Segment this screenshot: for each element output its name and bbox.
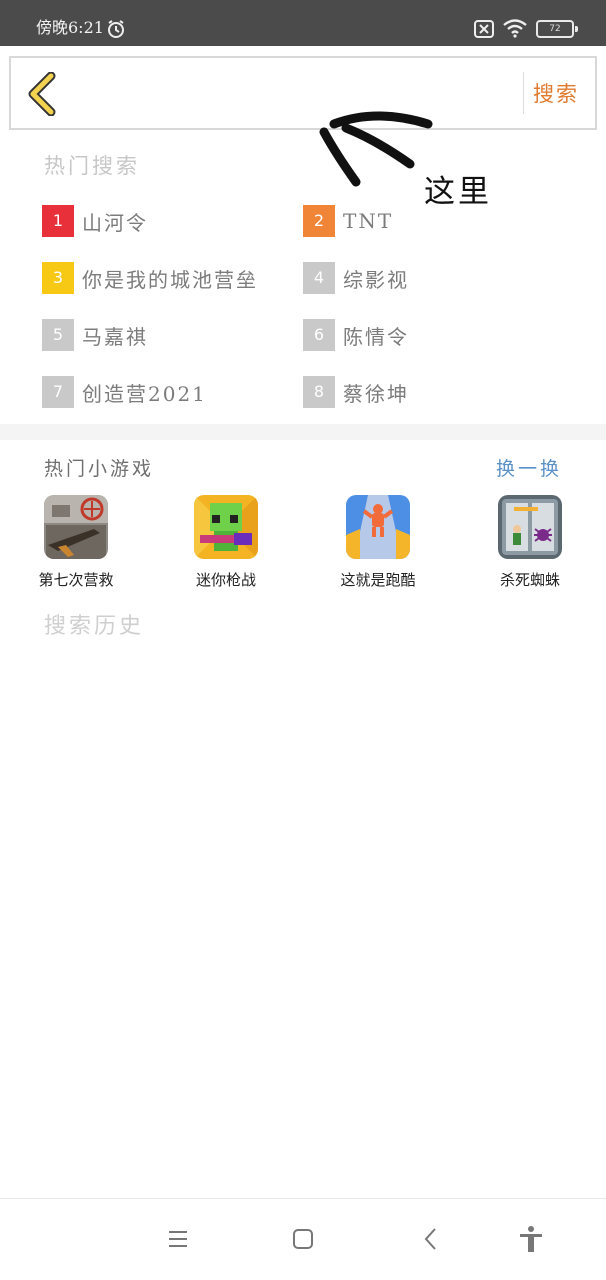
system-nav-bar [0, 1198, 606, 1280]
search-bar: 搜索 [9, 56, 597, 130]
battery-icon: 72 [536, 20, 578, 38]
refresh-button[interactable]: 换一换 [496, 454, 562, 481]
hot-search-item[interactable]: 6 陈情令 [303, 319, 409, 351]
rank-badge: 5 [42, 319, 74, 351]
rank-badge: 6 [303, 319, 335, 351]
game-item[interactable]: 杀死蜘蛛 [470, 495, 590, 590]
accessibility-icon[interactable] [518, 1225, 544, 1257]
history-title: 搜索历史 [44, 614, 145, 639]
alarm-icon [106, 19, 126, 43]
soldier-game-icon [44, 495, 108, 559]
hot-search-item[interactable]: 7 创造营2021 [42, 376, 207, 408]
hot-search-item[interactable]: 3 你是我的城池营垒 [42, 262, 258, 294]
search-divider [523, 72, 524, 114]
status-time: 傍晚6:21 [36, 18, 104, 37]
wifi-icon [502, 18, 528, 42]
spider-game-icon [498, 495, 562, 559]
hot-search-label: 综影视 [343, 267, 409, 292]
hot-search-label: 山河令 [82, 210, 148, 235]
rank-badge: 3 [42, 262, 74, 294]
annotation-text: 这里 [424, 174, 492, 210]
back-icon[interactable] [420, 1225, 444, 1257]
rank-badge: 8 [303, 376, 335, 408]
menu-icon[interactable] [166, 1225, 190, 1257]
search-input[interactable] [71, 70, 511, 116]
game-label: 迷你枪战 [195, 571, 256, 589]
hot-search-label: 马嘉祺 [82, 324, 148, 349]
status-bar: 傍晚6:21 72 [0, 0, 606, 46]
hot-search-item[interactable]: 5 马嘉祺 [42, 319, 148, 351]
section-divider [0, 424, 606, 440]
game-label: 这就是跑酷 [340, 571, 416, 589]
rank-badge: 2 [303, 205, 335, 237]
game-item[interactable]: 迷你枪战 [166, 495, 286, 590]
battery-level: 72 [549, 24, 561, 34]
hot-search-item[interactable]: 8 蔡徐坤 [303, 376, 409, 408]
hot-search-label: 陈情令 [343, 324, 409, 349]
rank-badge: 4 [303, 262, 335, 294]
sim-off-icon [474, 20, 494, 42]
hot-search-label: 创造营2021 [82, 381, 207, 406]
home-icon[interactable] [291, 1225, 315, 1257]
hot-search-item[interactable]: 4 综影视 [303, 262, 409, 294]
hot-search-label: TNT [343, 209, 394, 233]
game-item[interactable]: 这就是跑酷 [318, 495, 438, 590]
game-label: 杀死蜘蛛 [499, 571, 560, 589]
annotation-arrow-icon [319, 111, 433, 187]
blocky-gun-game-icon [194, 495, 258, 559]
game-item[interactable]: 第七次营救 [16, 495, 136, 590]
search-button[interactable]: 搜索 [533, 78, 579, 108]
back-arrow-icon[interactable] [25, 71, 59, 117]
rank-badge: 7 [42, 376, 74, 408]
runner-game-icon [346, 495, 410, 559]
hot-search-label: 蔡徐坤 [343, 381, 409, 406]
rank-badge: 1 [42, 205, 74, 237]
game-label: 第七次营救 [38, 571, 114, 589]
games-title: 热门小游戏 [44, 458, 155, 480]
hot-search-title: 热门搜索 [44, 154, 140, 178]
hot-search-item[interactable]: 2 TNT [303, 205, 393, 237]
hot-search-item[interactable]: 1 山河令 [42, 205, 148, 237]
hot-search-label: 你是我的城池营垒 [82, 267, 258, 292]
